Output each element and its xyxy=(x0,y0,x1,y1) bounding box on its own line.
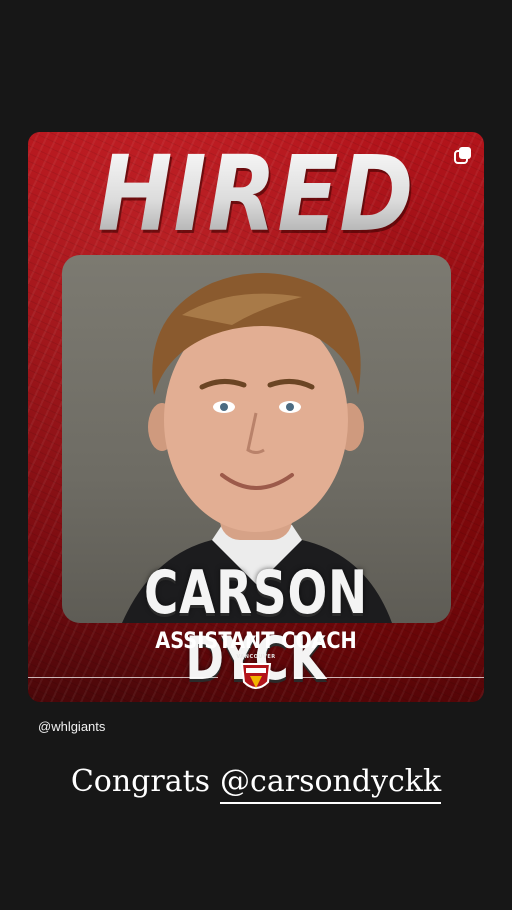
story-caption: Congrats @carsondyckk xyxy=(0,764,512,804)
account-handle[interactable]: @whlgiants xyxy=(38,719,105,734)
mention-link[interactable]: @carsondyckk xyxy=(220,764,442,804)
divider-left xyxy=(28,677,218,678)
story-post-card[interactable]: HIRED CARSON DYCK ASSISTANT COACH VANCOU… xyxy=(28,132,484,702)
giants-shield-icon xyxy=(240,663,272,689)
player-role: ASSISTANT COACH xyxy=(155,629,357,654)
team-logo: VANCOUVER xyxy=(236,654,276,698)
divider-right xyxy=(294,677,484,678)
copy-icon[interactable] xyxy=(454,146,472,164)
logo-wordmark: VANCOUVER xyxy=(236,654,276,660)
headline: HIRED xyxy=(60,134,452,254)
caption-text: Congrats xyxy=(70,764,211,799)
